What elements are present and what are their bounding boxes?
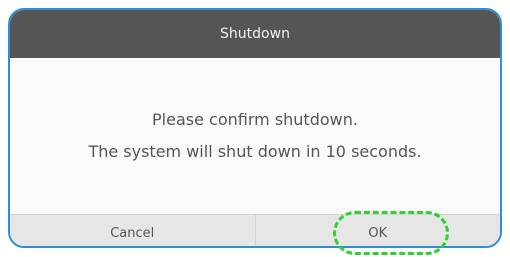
cancel-button-label: Cancel <box>110 225 155 241</box>
ok-button-label: OK <box>368 225 388 241</box>
dialog-button-bar: Cancel OK <box>10 214 501 246</box>
shutdown-dialog: Shutdown Please confirm shutdown. The sy… <box>8 8 502 248</box>
message-line-2: The system will shut down in 10 seconds. <box>88 142 422 161</box>
dialog-title: Shutdown <box>220 26 290 42</box>
dialog-title-bar: Shutdown <box>10 10 500 58</box>
ok-button[interactable]: OK <box>256 215 501 246</box>
cancel-button[interactable]: Cancel <box>10 215 256 246</box>
message-line-1: Please confirm shutdown. <box>152 110 358 129</box>
dialog-message: Please confirm shutdown. The system will… <box>10 58 500 214</box>
